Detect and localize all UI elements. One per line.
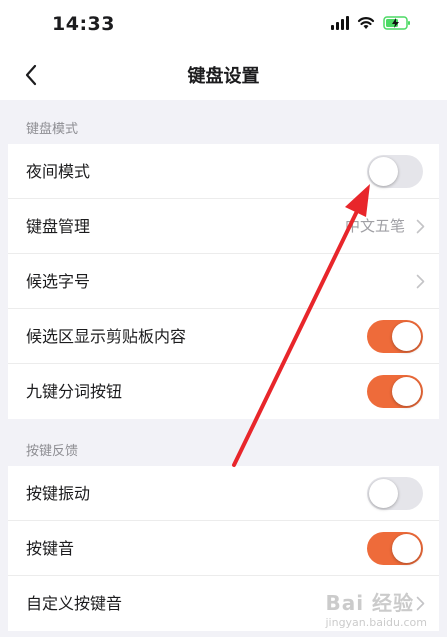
toggle-knob [392, 534, 421, 563]
row-key-vibration[interactable]: 按键振动 [8, 466, 439, 521]
row-night-mode[interactable]: 夜间模式 [8, 144, 439, 199]
row-key-sound[interactable]: 按键音 [8, 521, 439, 576]
key-vibration-toggle[interactable] [367, 477, 423, 510]
night-mode-toggle[interactable] [367, 155, 423, 188]
row-label: 候选区显示剪贴板内容 [26, 327, 187, 346]
row-label: 按键振动 [26, 484, 91, 503]
row-candidate-font-size[interactable]: 候选字号 [8, 254, 439, 309]
watermark-url: jingyan.baidu.com [325, 616, 427, 629]
key-sound-toggle[interactable] [367, 532, 423, 565]
status-bar: 14:33 [0, 0, 447, 50]
settings-group-keyboard-mode: 夜间模式 键盘管理 中文五笔 候选字号 候选区显示剪贴板内容 九键分词按钮 [8, 144, 439, 419]
row-clipboard-in-candidates[interactable]: 候选区显示剪贴板内容 [8, 309, 439, 364]
battery-charging-icon [383, 16, 411, 30]
toggle-knob [392, 377, 421, 406]
row-label: 自定义按键音 [26, 594, 123, 613]
page-title: 键盘设置 [187, 66, 260, 87]
status-icons [331, 16, 411, 30]
clipboard-in-candidates-toggle[interactable] [367, 320, 423, 353]
row-label: 候选字号 [26, 272, 91, 291]
watermark-brand: Bai 经验 [325, 591, 415, 615]
row-label: 按键音 [26, 539, 75, 558]
cellular-signal-icon [331, 16, 349, 30]
toggle-knob [369, 479, 398, 508]
section-header-label: 按键反馈 [26, 444, 79, 459]
row-nine-key-segment-button[interactable]: 九键分词按钮 [8, 364, 439, 419]
chevron-right-icon [416, 274, 425, 289]
section-header-label: 键盘模式 [26, 122, 79, 137]
row-label: 夜间模式 [26, 162, 91, 181]
toggle-knob [369, 157, 398, 186]
wifi-icon [357, 16, 375, 30]
section-header-keyboard-mode: 键盘模式 [0, 100, 447, 144]
nav-bar: 键盘设置 [0, 50, 447, 100]
section-header-key-feedback: 按键反馈 [0, 422, 447, 466]
row-keyboard-management[interactable]: 键盘管理 中文五笔 [8, 199, 439, 254]
status-time: 14:33 [52, 13, 115, 35]
toggle-knob [392, 322, 421, 351]
row-label: 九键分词按钮 [26, 382, 123, 401]
row-value: 中文五笔 [344, 217, 405, 235]
row-label: 键盘管理 [26, 217, 91, 236]
chevron-right-icon [416, 219, 425, 234]
watermark-logo: Bai 经验 jingyan.baidu.com [325, 587, 427, 629]
nine-key-segment-toggle[interactable] [367, 375, 423, 408]
